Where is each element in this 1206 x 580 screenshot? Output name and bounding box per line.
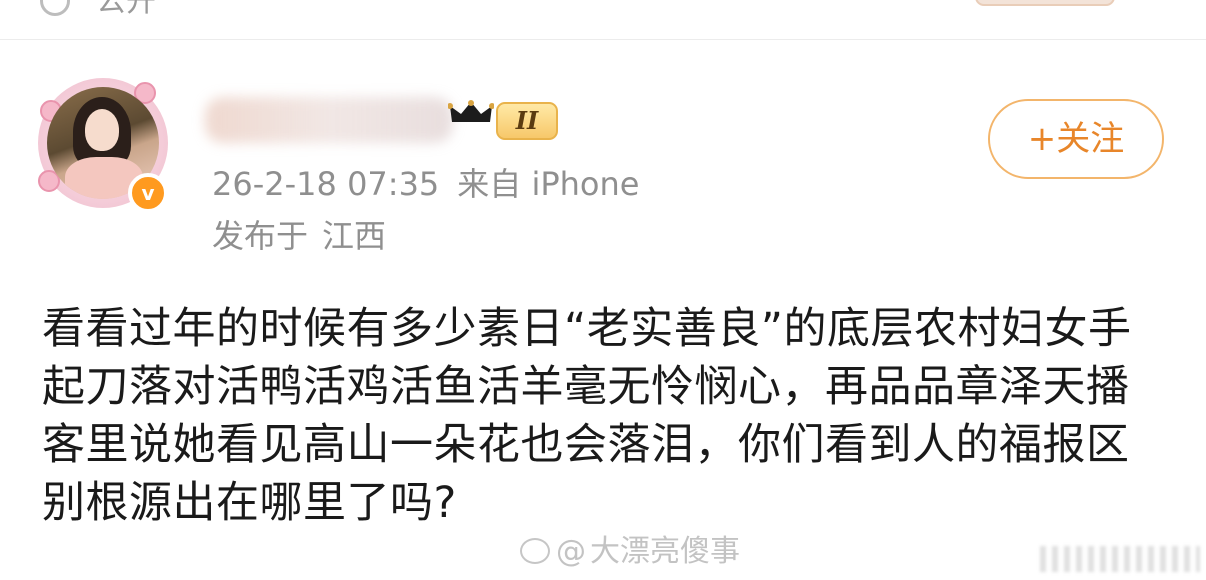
watermark-handle: 大漂亮傻事 [590, 534, 740, 569]
post-content: 看看过年的时候有多少素日“老实善良”的底层农村妇女手起刀落对活鸭活鸡活鱼活羊毫无… [42, 304, 1132, 528]
decorative-card-edge [975, 0, 1115, 6]
location-value: 江西 [322, 217, 387, 255]
username-redacted[interactable] [205, 97, 453, 143]
crown-icon [448, 100, 494, 122]
post-meta: 26-2-18 07:35 来自 iPhone [212, 164, 657, 204]
divider [0, 39, 1206, 40]
globe-icon [40, 0, 70, 16]
post-timestamp: 26-2-18 07:35 [212, 165, 440, 203]
location-prefix: 发布于 [212, 217, 309, 255]
post-source: 来自 iPhone [457, 165, 640, 203]
watermark-at: @ [556, 534, 586, 569]
visibility-label: 公开 [96, 0, 156, 19]
weibo-logo-icon [520, 538, 550, 564]
follow-button[interactable]: +关注 [988, 99, 1164, 179]
level-badge[interactable]: II [496, 102, 558, 140]
avatar-face [85, 109, 119, 151]
top-visibility-bar: 公开 [0, 0, 1206, 40]
blurred-watermark-url [1040, 546, 1200, 572]
post-location: 发布于 江西 [212, 216, 386, 256]
watermark: @ 大漂亮傻事 [520, 532, 740, 572]
verified-badge-icon: v [128, 173, 168, 213]
